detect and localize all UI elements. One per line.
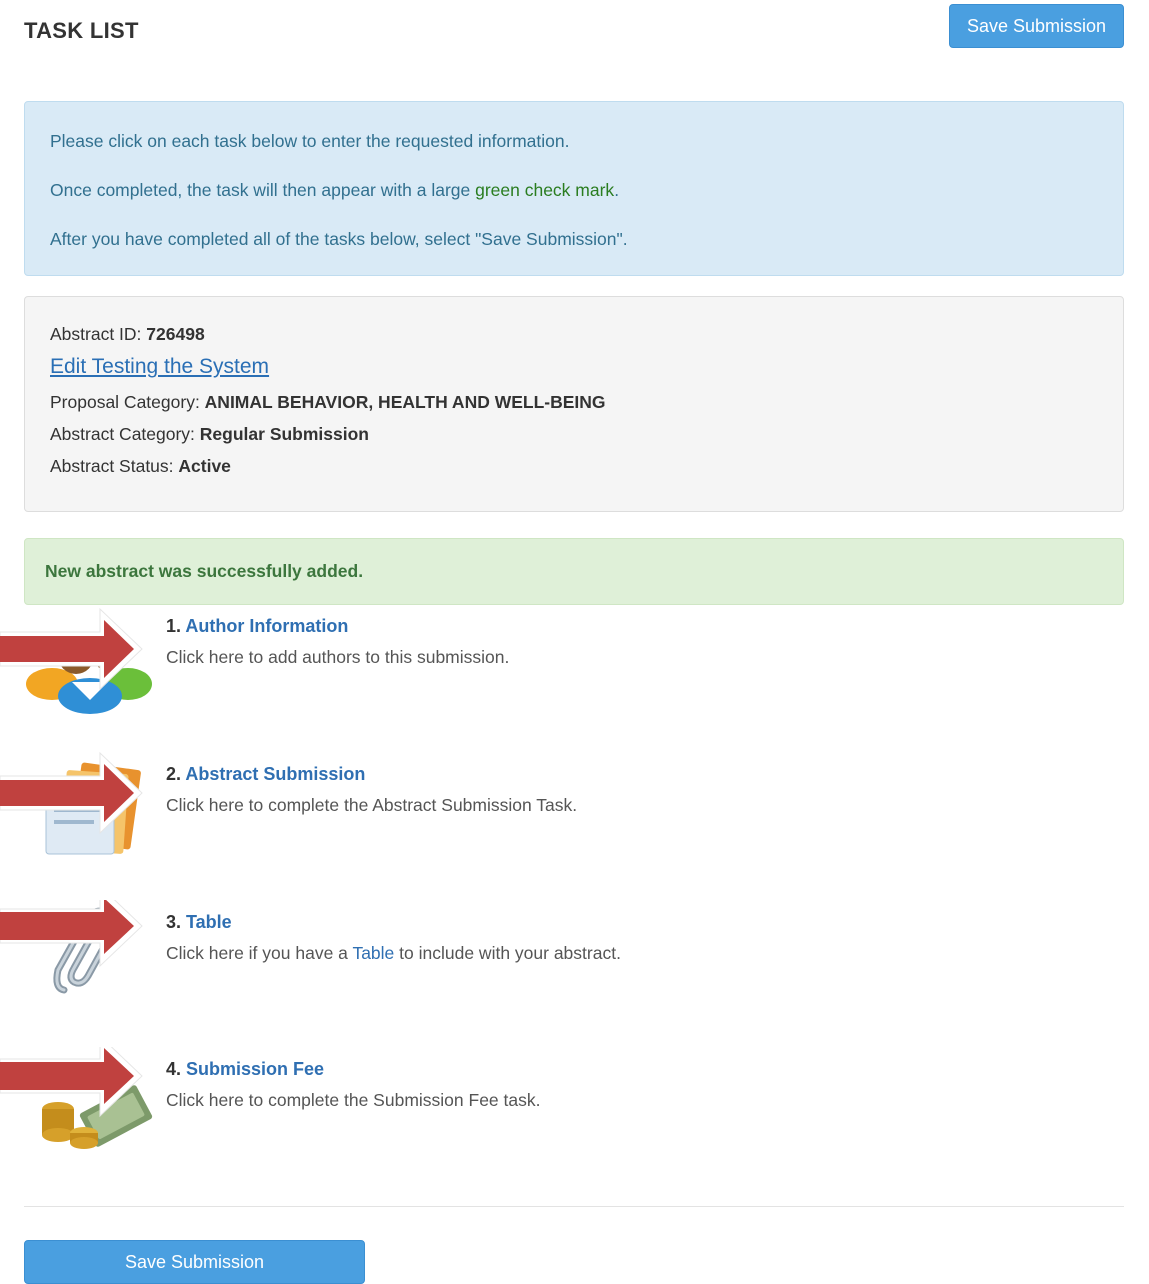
task-submission-fee[interactable]: 4. Submission Fee Click here to complete… [0,1034,1149,1177]
success-alert: New abstract was successfully added. [24,538,1124,605]
task-title: 3. Table [166,912,232,933]
task-title: 4. Submission Fee [166,1059,324,1080]
abstract-details-panel: Abstract ID: 726498 Edit Testing the Sys… [24,296,1124,512]
instruction-text: Once completed, the task will then appea… [50,180,476,200]
proposal-category-row: Proposal Category: ANIMAL BEHAVIOR, HEAL… [50,392,606,413]
edit-abstract-row: Edit Testing the System [50,355,269,379]
abstract-submission-link[interactable]: Abstract Submission [185,764,365,784]
task-description: Click here to complete the Abstract Subm… [166,795,578,815]
success-message: New abstract was successfully added. [45,561,364,581]
abstract-category-value: Regular Submission [199,424,369,444]
red-arrow-icon [0,1034,150,1152]
task-description: Click here to add authors to this submis… [166,647,510,667]
task-description-text: to include with your abstract. [394,943,621,963]
author-information-link[interactable]: Author Information [185,616,348,636]
green-check-text: green check mark [475,180,615,200]
red-arrow-icon [0,751,150,857]
save-submission-button-top[interactable]: Save Submission [949,4,1124,48]
abstract-status-label: Abstract Status: [50,456,179,476]
task-title: 1. Author Information [166,616,348,637]
abstract-category-row: Abstract Category: Regular Submission [50,424,369,445]
task-title: 2. Abstract Submission [166,764,365,785]
instruction-line-3: After you have completed all of the task… [50,229,628,249]
red-arrow-icon [0,884,150,1005]
abstract-status-value: Active [178,456,231,476]
task-number: 4. [166,1059,187,1079]
task-abstract-submission[interactable]: 2. Abstract Submission Click here to com… [0,751,1149,882]
save-submission-button-bottom[interactable]: Save Submission [24,1240,365,1284]
task-table[interactable]: 3. Table Click here if you have a Table … [0,884,1149,1030]
edit-abstract-link[interactable]: Edit Testing the System [50,355,269,378]
abstract-status-row: Abstract Status: Active [50,456,231,477]
task-number: 3. [166,912,187,932]
task-author-information[interactable]: 1. Author Information Click here to add … [0,604,1149,734]
table-link[interactable]: Table [186,912,232,932]
abstract-id-label: Abstract ID: [50,324,147,344]
page-title: TASK LIST [24,18,139,43]
task-number: 2. [166,764,186,784]
instruction-text: . [614,180,620,200]
abstract-id-value: 726498 [146,324,205,344]
proposal-category-label: Proposal Category: [50,392,205,412]
instructions-panel: Please click on each task below to enter… [24,101,1124,276]
instruction-line-1: Please click on each task below to enter… [50,131,570,151]
task-number: 1. [166,616,186,636]
task-description: Click here if you have a Table to includ… [166,943,621,964]
instruction-line-2: Once completed, the task will then appea… [50,180,619,201]
submission-fee-link[interactable]: Submission Fee [186,1059,324,1079]
task-description: Click here to complete the Submission Fe… [166,1090,541,1110]
task-description-text: Click here if you have a [166,943,353,963]
table-inline-link[interactable]: Table [352,943,394,963]
divider [24,1206,1124,1207]
abstract-category-label: Abstract Category: [50,424,200,444]
abstract-id-row: Abstract ID: 726498 [50,324,205,345]
red-arrow-icon [0,604,150,709]
proposal-category-value: ANIMAL BEHAVIOR, HEALTH AND WELL-BEING [204,392,606,412]
